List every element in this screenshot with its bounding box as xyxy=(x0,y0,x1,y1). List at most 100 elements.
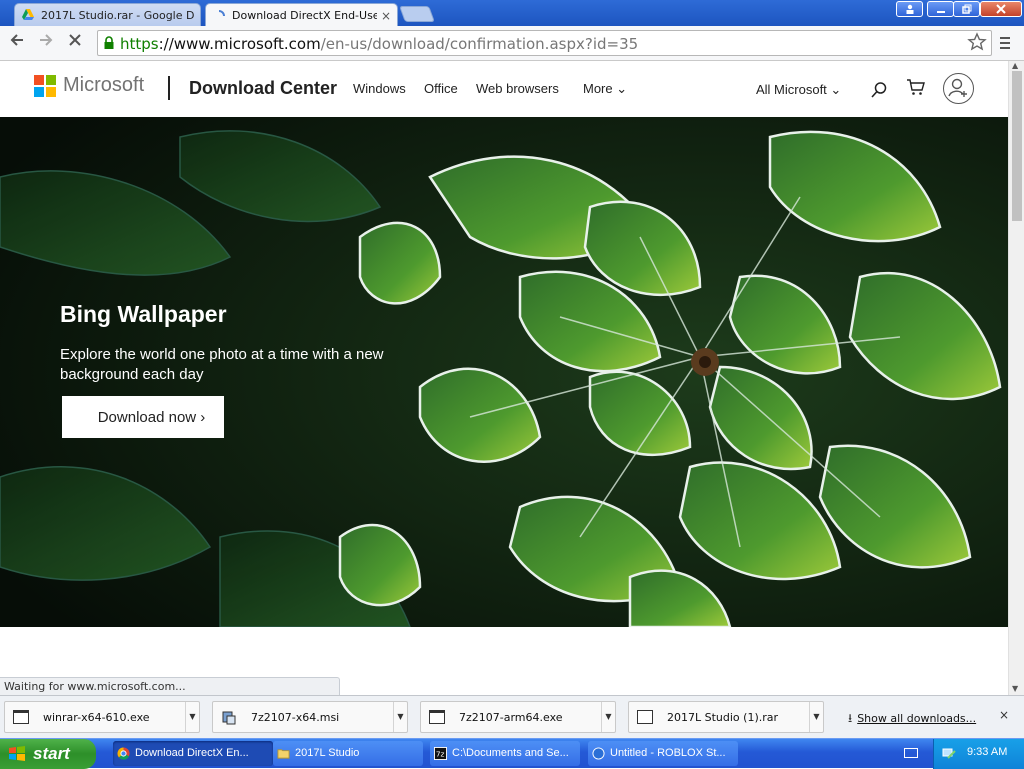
folder-icon xyxy=(277,749,290,759)
roblox-studio-icon xyxy=(592,747,605,760)
tab-google-drive[interactable]: 2017L Studio.rar - Google D xyxy=(14,3,201,26)
taskbar-item-chrome[interactable]: Download DirectX En... xyxy=(113,741,273,766)
lock-icon xyxy=(104,36,114,49)
user-profile-button[interactable] xyxy=(896,1,923,17)
download-shelf: winrar-x64-610.exe ▼ 7z2107-x64.msi ▼ 7z… xyxy=(0,695,1024,738)
show-all-downloads-link[interactable]: ⭳ Show all downloads... xyxy=(848,709,976,730)
google-drive-icon xyxy=(22,9,34,20)
all-microsoft-menu[interactable]: All Microsoft ⌄ xyxy=(756,82,841,98)
close-shelf-button[interactable]: × xyxy=(999,708,1009,722)
close-icon[interactable]: × xyxy=(381,9,391,23)
address-bar[interactable]: https://www.microsoft.com/en-us/download… xyxy=(97,30,992,56)
browser-toolbar: https://www.microsoft.com/en-us/download… xyxy=(0,26,1024,61)
search-icon[interactable] xyxy=(870,81,888,99)
archive-file-icon xyxy=(637,710,653,724)
tab-directx[interactable]: Download DirectX End-Use × xyxy=(205,3,398,27)
logo-square-yellow xyxy=(46,87,56,97)
task-label: Download DirectX En... xyxy=(135,747,249,759)
url-text: https://www.microsoft.com/en-us/download… xyxy=(120,35,638,53)
scroll-up-arrow-icon[interactable]: ▲ xyxy=(1012,61,1018,70)
windows-flag-icon xyxy=(9,746,25,761)
url-scheme: https xyxy=(120,35,159,53)
browser-tab-strip: 2017L Studio.rar - Google D Download Dir… xyxy=(0,0,1024,27)
exe-file-icon xyxy=(13,710,29,724)
download-filename: 7z2107-x64.msi xyxy=(251,711,340,724)
stop-icon xyxy=(69,34,81,46)
chevron-down-icon[interactable]: ▼ xyxy=(809,702,823,732)
svg-text:7z: 7z xyxy=(436,749,445,758)
task-label: C:\Documents and Se... xyxy=(452,747,569,759)
logo-square-blue xyxy=(34,87,44,97)
page-title[interactable]: Download Center xyxy=(189,78,337,99)
status-bubble: Waiting for www.microsoft.com... xyxy=(0,677,340,695)
chevron-down-icon[interactable]: ▼ xyxy=(601,702,615,732)
stop-loading-button[interactable] xyxy=(64,32,86,54)
site-header: Microsoft Download Center Windows Office… xyxy=(0,61,1008,117)
download-item[interactable]: 7z2107-x64.msi ▼ xyxy=(212,701,408,733)
account-avatar[interactable] xyxy=(943,73,974,104)
taskbar-item-roblox-studio[interactable]: Untitled - ROBLOX St... xyxy=(588,741,738,766)
logo-text[interactable]: Microsoft xyxy=(63,74,144,97)
exe-file-icon xyxy=(429,710,445,724)
back-button[interactable] xyxy=(6,32,28,54)
show-all-label: Show all downloads... xyxy=(857,712,977,725)
restore-button[interactable] xyxy=(953,1,980,17)
minimize-icon xyxy=(936,11,945,13)
scroll-down-arrow-icon[interactable]: ▼ xyxy=(1012,684,1018,693)
nav-web-browsers[interactable]: Web browsers xyxy=(476,81,559,96)
forward-arrow-icon xyxy=(40,34,53,46)
logo-square-red xyxy=(34,75,44,85)
download-filename: 7z2107-arm64.exe xyxy=(459,711,563,724)
user-icon xyxy=(906,4,913,14)
user-icon xyxy=(948,78,967,97)
download-now-button[interactable]: Download now › xyxy=(62,396,224,438)
start-button[interactable]: start xyxy=(0,739,96,769)
taskbar-clock[interactable]: 9:33 AM xyxy=(967,746,1007,758)
url-host: ://www.microsoft.com xyxy=(158,35,321,53)
forward-button[interactable] xyxy=(35,32,57,54)
page-scrollbar[interactable]: ▲ ▼ xyxy=(1008,61,1024,695)
download-item[interactable]: winrar-x64-610.exe ▼ xyxy=(4,701,200,733)
download-item[interactable]: 7z2107-arm64.exe ▼ xyxy=(420,701,616,733)
chrome-menu-icon[interactable] xyxy=(998,34,1012,52)
chrome-icon xyxy=(117,747,130,760)
download-icon: ⭳ xyxy=(848,711,853,725)
nav-more[interactable]: More ⌄ xyxy=(583,81,627,97)
url-path: /en-us/download/confirmation.aspx?id=35 xyxy=(320,35,639,53)
new-tab-button[interactable] xyxy=(399,6,435,22)
back-arrow-icon xyxy=(10,34,23,46)
network-icon[interactable] xyxy=(942,746,957,761)
cart-icon[interactable] xyxy=(906,78,926,96)
task-label: Untitled - ROBLOX St... xyxy=(610,747,726,759)
keyboard-icon[interactable] xyxy=(904,748,918,758)
7zip-icon: 7z xyxy=(434,747,447,760)
nav-windows[interactable]: Windows xyxy=(353,81,406,96)
hero-title: Bing Wallpaper xyxy=(60,301,227,327)
chevron-down-icon[interactable]: ▼ xyxy=(393,702,407,732)
scrollbar-thumb[interactable] xyxy=(1012,71,1022,221)
download-filename: winrar-x64-610.exe xyxy=(43,711,150,724)
tab-label: 2017L Studio.rar - Google D xyxy=(41,8,194,22)
close-icon xyxy=(996,4,1006,14)
hero-subtitle: Explore the world one photo at a time wi… xyxy=(60,346,384,383)
chevron-down-icon[interactable]: ▼ xyxy=(185,702,199,732)
windows-taskbar: start Download DirectX En... 2017L Studi… xyxy=(0,738,1024,769)
download-filename: 2017L Studio (1).rar xyxy=(667,711,779,724)
hero-banner: Bing Wallpaper Explore the world one pho… xyxy=(0,117,1008,627)
taskbar-item-folder[interactable]: 2017L Studio xyxy=(273,741,423,766)
restore-icon xyxy=(961,4,971,14)
start-label: start xyxy=(33,744,70,763)
tab-label: Download DirectX End-Use xyxy=(232,9,377,22)
nav-office[interactable]: Office xyxy=(424,81,458,96)
taskbar-item-7zip[interactable]: 7z C:\Documents and Se... xyxy=(430,741,580,766)
window-close-button[interactable] xyxy=(980,1,1022,17)
minimize-button[interactable] xyxy=(927,1,954,17)
bookmark-star-icon[interactable] xyxy=(967,32,987,52)
download-item[interactable]: 2017L Studio (1).rar ▼ xyxy=(628,701,824,733)
task-label: 2017L Studio xyxy=(295,747,360,759)
microsoft-logo[interactable] xyxy=(34,75,56,97)
msi-installer-icon xyxy=(221,710,237,725)
logo-square-green xyxy=(46,75,56,85)
header-divider xyxy=(168,76,170,100)
loading-icon xyxy=(218,9,225,16)
